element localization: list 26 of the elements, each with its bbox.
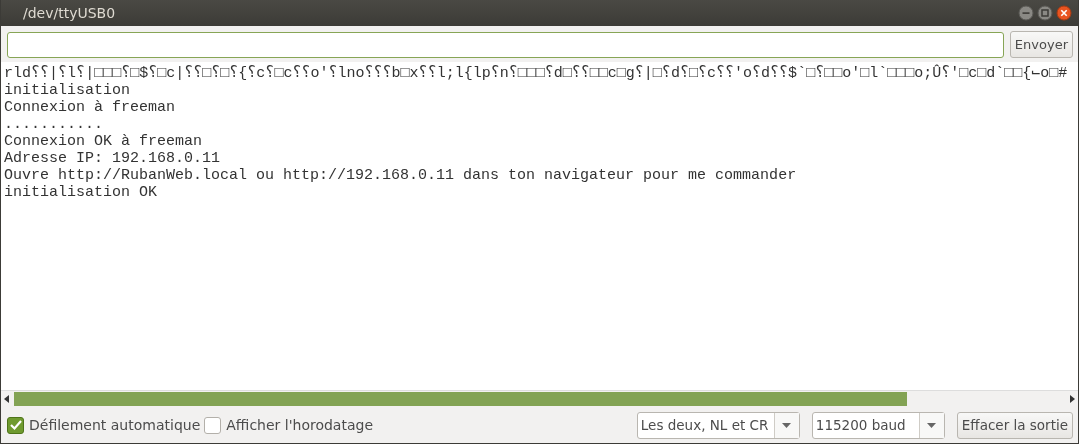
dropdown-arrow-icon (927, 422, 937, 428)
close-icon[interactable] (1056, 5, 1072, 21)
window-title: /dev/ttyUSB0 (23, 5, 116, 21)
output-line: Adresse IP: 192.168.0.11 (4, 150, 221, 167)
output-line: Connexion à freeman (4, 99, 176, 116)
line-ending-dropdown[interactable]: Les deux, NL et CR (636, 411, 800, 439)
output-line: Ouvre http://RubanWeb.local ou http://192.168.0.11 dans ton navigateur pour me commander (4, 167, 797, 184)
output-line: initialisation OK (4, 184, 158, 201)
message-input-field[interactable] (7, 31, 1004, 58)
output-line: rld⸮⸮|⸮l⸮|□□□⸮□$⸮□c|⸮⸮□⸮□⸮{⸮c⸮□c⸮⸮o'⸮lno⸮⸮⸮b□x⸮⸮l;l{lp⸮n⸮□□□⸮d□⸮⸮□□c□g⸮|□⸮d⸮□⸮c⸮⸮'o⸮d⸮⸮$`□⸮□□o'□l`□□□o;Û⸮'□c□d`□□{⌙o□# (4, 65, 1068, 82)
output-line: initialisation (4, 82, 131, 99)
dropdown-arrow-icon (782, 422, 792, 428)
output-line: ........... (4, 116, 104, 133)
scroll-left-icon[interactable] (4, 395, 10, 403)
clear-output-button[interactable]: Effacer la sortie (956, 411, 1073, 439)
checkbox[interactable] (7, 416, 24, 434)
checkbox[interactable] (204, 416, 222, 434)
scrollbar-thumb[interactable] (14, 392, 907, 406)
checkbox-label[interactable]: Défilement automatique (29, 417, 201, 433)
checkbox-label[interactable]: Afficher l'horodatage (226, 417, 373, 433)
horizontal-scrollbar[interactable] (1, 390, 1078, 407)
minimize-icon[interactable] (1018, 5, 1034, 21)
baud-rate-dropdown[interactable]: 115200 baud (811, 411, 945, 439)
output-line: Connexion OK à freeman (4, 133, 203, 150)
send-button[interactable]: Envoyer (1009, 31, 1073, 58)
scroll-right-icon[interactable] (1069, 395, 1075, 403)
